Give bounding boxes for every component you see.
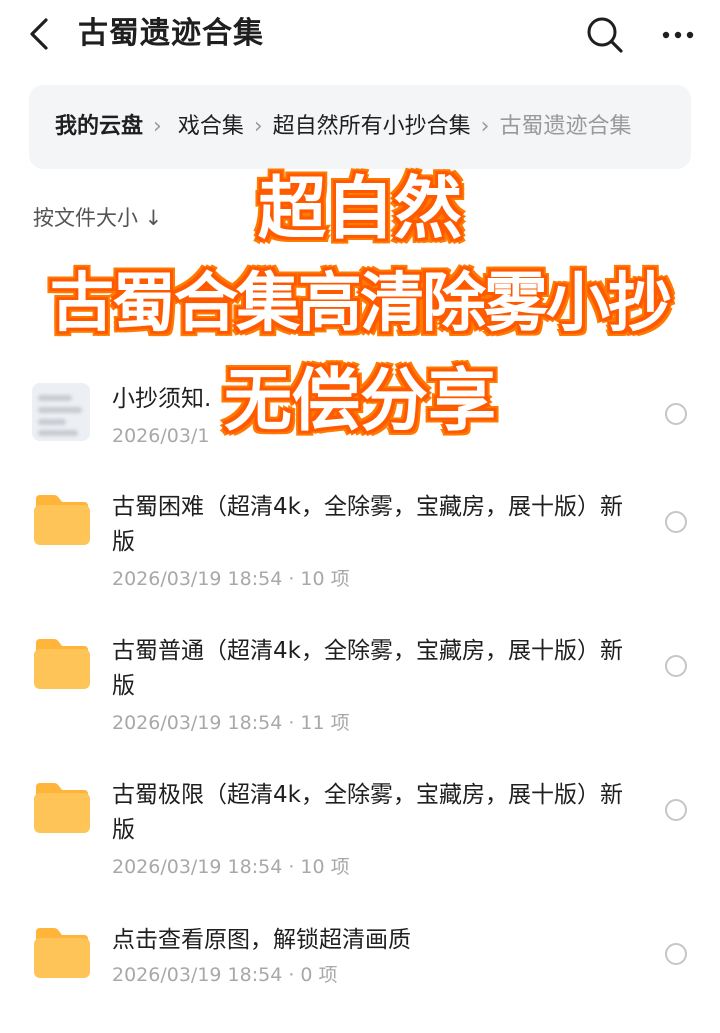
file-thumbnail	[32, 383, 90, 441]
file-meta: 2026/03/1	[112, 425, 210, 447]
top-bar: 古蜀遗迹合集	[0, 0, 720, 70]
folder-name: 点击查看原图，解锁超清画质	[112, 927, 411, 953]
folder-name: 古蜀普通（超清4k，全除雾，宝藏房，展十版）新版	[112, 638, 623, 699]
list-item[interactable]: 古蜀普通（超清4k，全除雾，宝藏房，展十版）新版 2026/03/19 18:5…	[0, 634, 720, 744]
select-radio[interactable]	[665, 403, 687, 425]
folder-icon	[34, 783, 90, 833]
folder-meta: 2026/03/19 18:54 · 11 项	[112, 712, 350, 734]
overlay-line-2: 古蜀合集高清除雾小抄	[50, 267, 672, 341]
select-radio[interactable]	[665, 655, 687, 677]
search-icon	[587, 17, 623, 53]
breadcrumb-separator: ›	[253, 114, 263, 139]
folder-icon	[34, 495, 90, 545]
more-horizontal-icon	[662, 31, 694, 39]
back-button[interactable]	[22, 14, 58, 54]
breadcrumb-item-games[interactable]: 戏合集	[172, 85, 244, 169]
chevron-left-icon	[30, 18, 48, 50]
page-title: 古蜀遗迹合集	[78, 16, 264, 51]
sort-toggle[interactable]: 按文件大小 ↓	[33, 200, 162, 236]
list-item[interactable]: 小抄须知. 2026/03/1	[0, 378, 720, 448]
breadcrumb: 我的云盘 › 戏合集 › 超自然所有小抄合集 › 古蜀遗迹合集	[29, 85, 691, 169]
breadcrumb-separator: ›	[153, 114, 162, 139]
folder-icon	[34, 639, 90, 689]
folder-meta: 2026/03/19 18:54 · 10 项	[112, 856, 350, 878]
list-item[interactable]: 古蜀困难（超清4k，全除雾，宝藏房，展十版）新版 2026/03/19 18:5…	[0, 490, 720, 600]
more-button[interactable]	[656, 20, 700, 50]
folder-name: 古蜀困难（超清4k，全除雾，宝藏房，展十版）新版	[112, 494, 623, 555]
list-item[interactable]: 古蜀极限（超清4k，全除雾，宝藏房，展十版）新版 2026/03/19 18:5…	[0, 778, 720, 888]
folder-name: 古蜀极限（超清4k，全除雾，宝藏房，展十版）新版	[112, 782, 623, 843]
select-radio[interactable]	[665, 799, 687, 821]
select-radio[interactable]	[665, 511, 687, 533]
select-radio[interactable]	[665, 943, 687, 965]
search-button[interactable]	[584, 14, 626, 56]
list-item[interactable]: 点击查看原图，解锁超清画质 2026/03/19 18:54 · 0 项	[0, 922, 720, 992]
folder-meta: 2026/03/19 18:54 · 10 项	[112, 568, 350, 590]
breadcrumb-item-my-drive[interactable]: 我的云盘	[55, 85, 143, 169]
breadcrumb-item-supernatural[interactable]: 超自然所有小抄合集	[273, 85, 471, 169]
breadcrumb-item-current: 古蜀遗迹合集	[499, 114, 632, 139]
folder-icon	[34, 928, 90, 978]
folder-meta: 2026/03/19 18:54 · 0 项	[112, 964, 338, 986]
file-name: 小抄须知.	[112, 386, 212, 412]
breadcrumb-separator: ›	[480, 114, 490, 139]
